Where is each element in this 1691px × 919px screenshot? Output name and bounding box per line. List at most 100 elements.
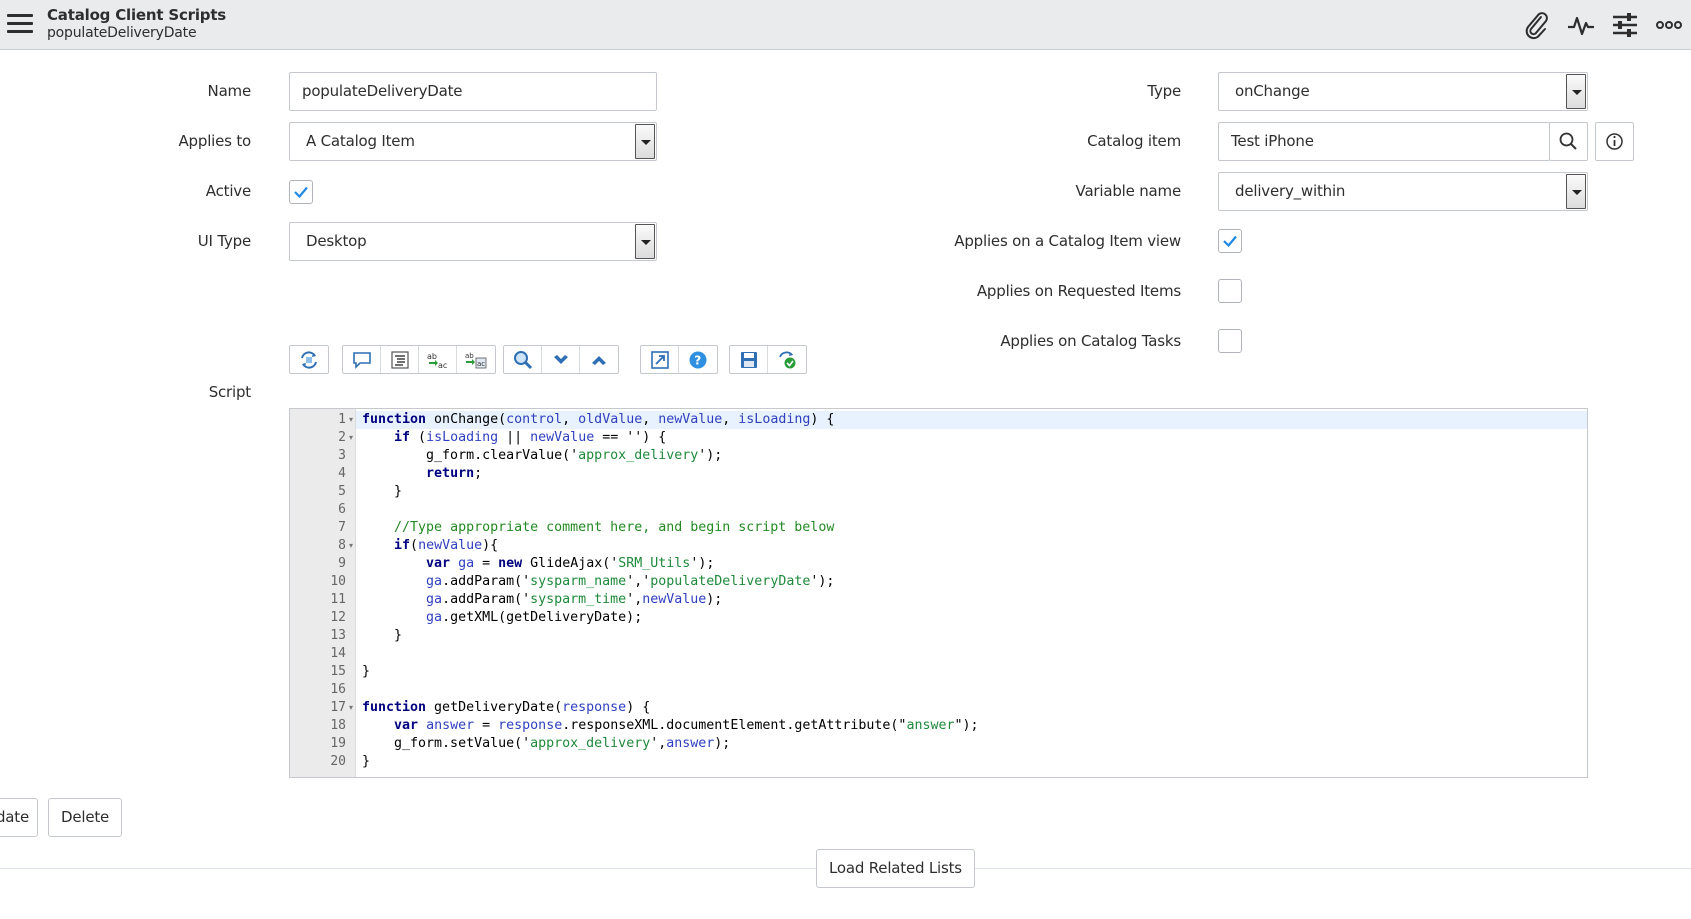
svg-text:?: ? bbox=[694, 353, 701, 367]
code-line[interactable]: //Type appropriate comment here, and beg… bbox=[362, 519, 834, 537]
applies-to-select[interactable]: A Catalog Item bbox=[289, 122, 657, 161]
help-button[interactable]: ? bbox=[679, 346, 717, 373]
applies-requested-checkbox[interactable] bbox=[1218, 279, 1242, 303]
code-line[interactable]: if (isLoading || newValue == '') { bbox=[362, 429, 666, 447]
help-icon: ? bbox=[689, 351, 707, 368]
chevron-down-icon bbox=[635, 124, 655, 159]
fold-arrow-icon[interactable]: ▾ bbox=[349, 411, 353, 429]
line-number: 17 bbox=[330, 700, 346, 715]
line-number: 4 bbox=[338, 466, 346, 481]
variable-name-select[interactable]: delivery_within bbox=[1218, 172, 1588, 211]
code-line[interactable]: function getDeliveryDate(response) { bbox=[362, 699, 650, 717]
toolbar-group-syntax bbox=[289, 345, 329, 374]
toolbar-group-view: ? bbox=[640, 345, 718, 374]
script-debug-button[interactable] bbox=[768, 346, 806, 373]
menu-icon[interactable] bbox=[7, 12, 33, 34]
find-next-button[interactable] bbox=[542, 346, 580, 373]
code-line[interactable]: } bbox=[362, 483, 402, 501]
line-number: 13 bbox=[330, 628, 346, 643]
fullscreen-icon bbox=[650, 350, 669, 369]
code-line[interactable]: ga.getXML(getDeliveryDate); bbox=[362, 609, 642, 627]
script-label: Script bbox=[208, 383, 252, 401]
fold-arrow-icon[interactable]: ▾ bbox=[349, 699, 353, 717]
code-line[interactable]: function onChange(control, oldValue, new… bbox=[362, 411, 834, 429]
code-line[interactable]: return; bbox=[362, 465, 482, 483]
replace-all-button[interactable]: ab ac bbox=[457, 346, 495, 373]
paperclip-icon[interactable] bbox=[1521, 10, 1551, 40]
toolbar-group-search bbox=[503, 345, 619, 374]
type-select[interactable]: onChange bbox=[1218, 72, 1588, 111]
chevron-down-icon bbox=[1566, 74, 1586, 109]
applies-catalog-view-label: Applies on a Catalog Item view bbox=[954, 232, 1181, 250]
delete-button[interactable]: Delete bbox=[48, 798, 123, 837]
catalog-item-info-button[interactable] bbox=[1595, 122, 1634, 161]
toolbar-group-save bbox=[729, 345, 807, 374]
code-line[interactable]: if(newValue){ bbox=[362, 537, 498, 555]
code-line[interactable]: var answer = response.responseXML.docume… bbox=[362, 717, 978, 735]
svg-text:ab: ab bbox=[427, 352, 437, 361]
svg-text:ab: ab bbox=[465, 352, 474, 360]
update-button[interactable]: Update bbox=[0, 798, 38, 837]
code-line[interactable]: ga.addParam('sysparm_time',newValue); bbox=[362, 591, 722, 609]
toggle-syntax-button[interactable] bbox=[290, 346, 328, 373]
line-number: 19 bbox=[330, 736, 346, 751]
header-subtitle: populateDeliveryDate bbox=[47, 25, 197, 41]
ui-type-label: UI Type bbox=[197, 232, 251, 250]
fold-arrow-icon[interactable]: ▾ bbox=[349, 429, 353, 447]
format-code-button[interactable] bbox=[381, 346, 419, 373]
chevron-down-icon bbox=[1566, 174, 1586, 209]
line-number: 6 bbox=[338, 502, 346, 517]
code-line[interactable]: g_form.setValue('approx_delivery',answer… bbox=[362, 735, 730, 753]
replace-button[interactable]: ab ac bbox=[419, 346, 457, 373]
catalog-item-lookup-button[interactable] bbox=[1549, 122, 1588, 161]
code-line[interactable]: } bbox=[362, 627, 402, 645]
code-line[interactable]: var ga = new GlideAjax('SRM_Utils'); bbox=[362, 555, 714, 573]
fold-arrow-icon[interactable]: ▾ bbox=[349, 537, 353, 555]
applies-tasks-label: Applies on Catalog Tasks bbox=[1000, 332, 1181, 350]
line-number: 15 bbox=[330, 664, 346, 679]
code-line[interactable]: } bbox=[362, 753, 370, 771]
line-number: 20 bbox=[330, 754, 346, 769]
load-related-lists-button[interactable]: Load Related Lists bbox=[816, 849, 975, 888]
header-title: Catalog Client Scripts bbox=[47, 6, 227, 24]
catalog-item-input[interactable]: Test iPhone bbox=[1218, 122, 1550, 161]
line-number: 1 bbox=[338, 412, 346, 427]
line-number: 12 bbox=[330, 610, 346, 625]
find-previous-button[interactable] bbox=[580, 346, 618, 373]
script-debug-icon bbox=[779, 351, 796, 368]
applies-to-label: Applies to bbox=[178, 132, 251, 150]
line-number: 8 bbox=[338, 538, 346, 553]
ui-type-select[interactable]: Desktop bbox=[289, 222, 657, 261]
toolbar-group-edit: ab ac ab ac bbox=[342, 345, 496, 374]
code-line[interactable]: } bbox=[362, 663, 370, 681]
script-editor[interactable]: 1 ▾ 2 ▾ 3 4 5 6 7 8 ▾ 9 10 11 12 13 14 15 16 17 ▾ 18 19 20 func… bbox=[289, 408, 1588, 778]
applies-catalog-view-checkbox[interactable] bbox=[1218, 229, 1242, 253]
search-icon bbox=[1559, 132, 1577, 150]
sliders-icon[interactable] bbox=[1610, 10, 1640, 40]
line-number: 2 bbox=[338, 430, 346, 445]
name-input[interactable]: populateDeliveryDate bbox=[289, 72, 657, 111]
save-button[interactable] bbox=[730, 346, 768, 373]
type-value: onChange bbox=[1235, 82, 1310, 100]
variable-name-label: Variable name bbox=[1075, 182, 1182, 200]
line-number: 10 bbox=[330, 574, 346, 589]
ui-type-value: Desktop bbox=[306, 232, 367, 250]
line-number: 18 bbox=[330, 718, 346, 733]
applies-tasks-checkbox[interactable] bbox=[1218, 329, 1242, 353]
code-line[interactable]: ga.addParam('sysparm_name','populateDeli… bbox=[362, 573, 834, 591]
checkmark-icon bbox=[294, 186, 308, 199]
replace-icon: abac bbox=[427, 352, 447, 370]
activity-icon[interactable] bbox=[1566, 10, 1596, 40]
fullscreen-button[interactable] bbox=[641, 346, 679, 373]
comment-button[interactable] bbox=[343, 346, 381, 373]
find-previous-icon bbox=[592, 355, 606, 365]
code-line[interactable]: g_form.clearValue('approx_delivery'); bbox=[362, 447, 722, 465]
active-checkbox[interactable] bbox=[289, 180, 313, 204]
chevron-down-icon bbox=[635, 224, 655, 259]
form-header: Catalog Client Scripts populateDeliveryD… bbox=[0, 0, 1691, 50]
line-number: 16 bbox=[330, 682, 346, 697]
more-icon[interactable] bbox=[1654, 10, 1684, 40]
toggle-syntax-icon bbox=[301, 350, 317, 369]
search-button[interactable] bbox=[504, 346, 542, 373]
line-number-gutter: 1 ▾ 2 ▾ 3 4 5 6 7 8 ▾ 9 10 11 12 13 14 15 16 17 ▾ 18 19 20 bbox=[290, 409, 356, 777]
